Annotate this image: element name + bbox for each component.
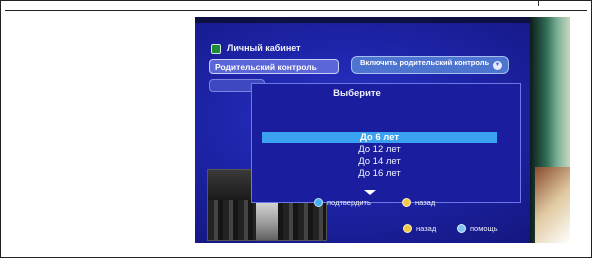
enable-parental-control-button[interactable]: Включить родительский контроль ▼: [351, 56, 509, 74]
yellow-button-icon: [403, 224, 412, 233]
top-tick-mark: [538, 1, 544, 6]
background-object: [535, 167, 570, 243]
hint-back[interactable]: назад: [402, 198, 435, 207]
age-select-dialog: Выберите До 6 лет До 12 лет До 14 лет До…: [251, 83, 521, 207]
hint-back-label: назад: [415, 198, 436, 207]
green-button-icon: [314, 198, 323, 207]
menu-item-parental-control[interactable]: Родительский контроль: [209, 59, 339, 74]
hint-confirm[interactable]: подтвердить: [314, 198, 371, 207]
footer-back-label: назад: [416, 224, 437, 233]
enable-button-label: Включить родительский контроль: [360, 58, 490, 67]
hint-confirm-label: подтвердить: [327, 198, 371, 207]
age-option-14[interactable]: До 14 лет: [262, 156, 497, 167]
age-option-16[interactable]: До 16 лет: [262, 168, 497, 179]
age-option-6[interactable]: До 6 лет: [262, 132, 497, 143]
tv-bezel-top: [195, 17, 570, 23]
top-rule: [5, 10, 587, 11]
image-frame: Личный кабинет Родительский контроль Вкл…: [0, 0, 592, 258]
age-option-12[interactable]: До 12 лет: [262, 144, 497, 155]
dropdown-arrow-icon: ▼: [493, 61, 502, 70]
footer-help-label: помощь: [470, 224, 498, 233]
section-title: Личный кабинет: [227, 43, 301, 53]
scroll-down-icon[interactable]: [364, 190, 376, 195]
tv-screen-photo: Личный кабинет Родительский контроль Вкл…: [195, 17, 570, 243]
yellow-button-icon: [402, 198, 411, 207]
footer-back[interactable]: назад: [403, 224, 436, 233]
account-icon: [211, 44, 221, 54]
footer-help[interactable]: помощь: [457, 224, 498, 233]
help-icon: [457, 224, 466, 233]
dialog-title: Выберите: [333, 88, 381, 99]
